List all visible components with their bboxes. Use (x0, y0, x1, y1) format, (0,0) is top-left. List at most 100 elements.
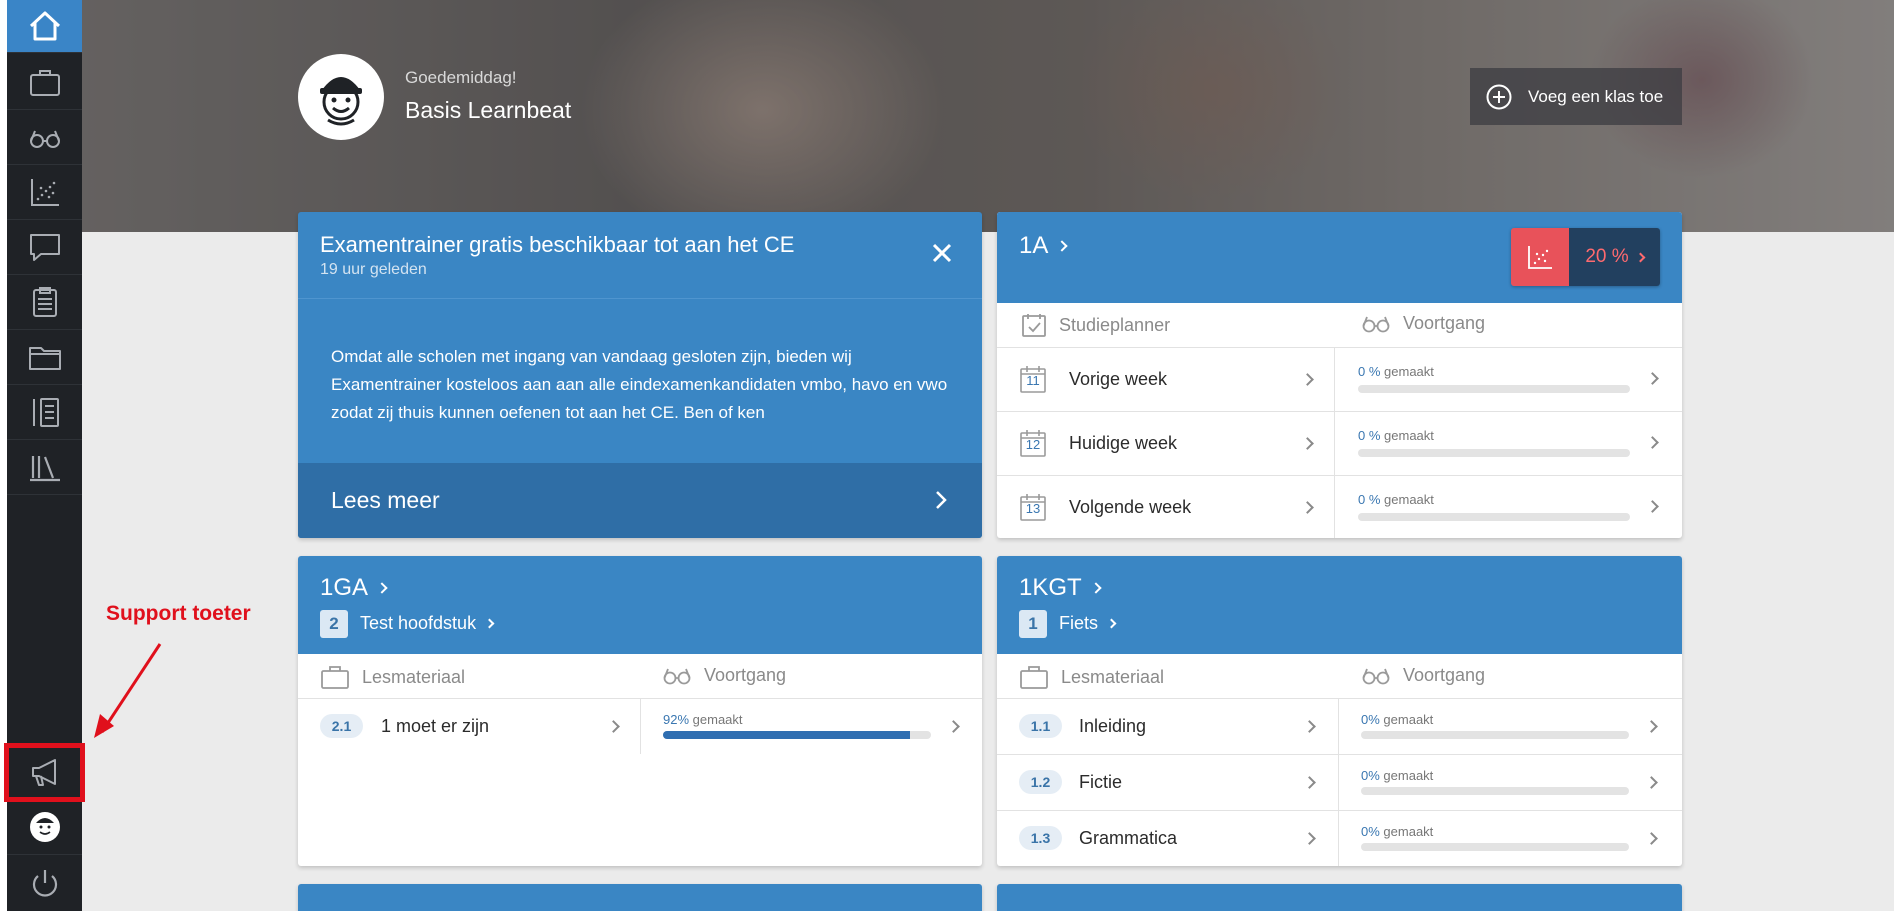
close-icon[interactable] (931, 242, 953, 264)
voortgang-header: Voortgang (662, 664, 786, 686)
class-card-partial-left[interactable] (298, 884, 982, 911)
lesson-label: Grammatica (1079, 828, 1178, 848)
calendar-icon: 12 (1019, 428, 1047, 458)
stats-button[interactable]: 20 % (1511, 228, 1660, 286)
sidebar-item-bibliotheek[interactable] (7, 440, 82, 495)
class-card-partial-right[interactable] (997, 884, 1682, 911)
chevron-right-icon (1301, 437, 1314, 450)
avatar-icon (29, 812, 60, 842)
sidebar-item-voortgang[interactable] (7, 110, 82, 165)
chapter-number: 2 (320, 610, 348, 638)
class-card-header: 1GA 2 Test hoofdstuk (298, 556, 982, 654)
chapter-link[interactable]: Test hoofdstuk (360, 613, 495, 634)
class-card-1a: 1A 20 % Studieplanner Voortgang 11 Vorig… (997, 212, 1682, 538)
home-icon (29, 11, 60, 41)
library-icon (29, 456, 60, 482)
news-title: Examentrainer gratis beschikbaar tot aan… (320, 232, 795, 257)
lesmateriaal-header: Lesmateriaal (320, 664, 465, 690)
progress-bar (1361, 843, 1629, 851)
class-title: 1A (1019, 232, 1049, 259)
chevron-right-icon (1646, 500, 1659, 513)
add-class-label: Voeg een klas toe (1528, 86, 1664, 106)
calendar-check-icon (1022, 314, 1046, 337)
avatar[interactable] (298, 54, 384, 140)
chevron-right-icon (607, 720, 620, 733)
progress-bar (663, 731, 931, 739)
lesson-label: Fictie (1079, 772, 1123, 792)
add-class-button[interactable]: Voeg een klas toe (1470, 68, 1682, 125)
lesson-code: 1.3 (1019, 826, 1062, 850)
support-toeter-annotation: Support toeter (106, 602, 251, 625)
clipboard-icon (32, 287, 57, 317)
chevron-right-icon (1301, 501, 1314, 514)
chevron-right-icon (1646, 372, 1659, 385)
chevron-right-icon (1303, 776, 1316, 789)
news-text: Omdat alle scholen met ingang van vandaa… (331, 347, 948, 422)
sidebar-item-lesmateriaal[interactable] (7, 55, 82, 110)
calendar-icon: 11 (1019, 364, 1047, 394)
class-title-link[interactable]: 1GA (320, 574, 388, 602)
chapter-title: Fiets (1059, 613, 1099, 633)
chevron-right-icon (1303, 832, 1316, 845)
calendar-icon: 13 (1019, 492, 1047, 522)
stat-value: 20 % (1585, 246, 1629, 267)
greeting: Goedemiddag! (405, 68, 517, 87)
lesson-label: Inleiding (1079, 716, 1147, 736)
notebook-icon (32, 398, 59, 427)
chevron-right-icon (376, 582, 388, 594)
sidebar-item-statistieken[interactable] (7, 165, 82, 220)
sidebar-item-methodes[interactable] (7, 385, 82, 440)
briefcase-icon (321, 666, 349, 689)
sidebar-item-profile[interactable] (7, 800, 82, 855)
chapter-title: Test hoofdstuk (360, 613, 477, 633)
glasses-icon (1362, 668, 1390, 685)
chevron-right-icon (1635, 252, 1646, 262)
studieplanner-header: Studieplanner (1021, 312, 1170, 338)
lesson-label: 1 moet er zijn (381, 716, 490, 736)
chevron-right-icon (484, 618, 495, 629)
class-card-1kgt: 1KGT 1 Fiets Lesmateriaal Voortgang 1.1 … (997, 556, 1682, 866)
chevron-right-icon (1056, 240, 1069, 252)
voortgang-header: Voortgang (1361, 312, 1485, 334)
progress-bar (1361, 787, 1629, 795)
power-icon (32, 869, 57, 897)
user-name: Basis Learnbeat (405, 97, 572, 123)
class-title: 1GA (320, 574, 369, 601)
class-title-link[interactable]: 1A (1019, 232, 1069, 260)
news-time: 19 uur geleden (320, 261, 427, 278)
glasses-icon (1362, 316, 1390, 333)
read-more-button[interactable]: Lees meer (298, 463, 982, 538)
lesmateriaal-header: Lesmateriaal (1019, 664, 1164, 690)
chapter-link[interactable]: Fiets (1059, 613, 1117, 634)
chapter-number: 1 (1019, 610, 1047, 638)
plus-circle-icon (1486, 84, 1512, 109)
week-label: Vorige week (1069, 369, 1168, 389)
class-card-1ga: 1GA 2 Test hoofdstuk Lesmateriaal Voortg… (298, 556, 982, 866)
chevron-right-icon (1303, 720, 1316, 733)
lesson-code: 1.1 (1019, 714, 1062, 738)
sidebar-item-bestanden[interactable] (7, 330, 82, 385)
sidebar-item-home[interactable] (7, 0, 82, 53)
chevron-right-icon (1106, 618, 1117, 629)
scatter-chart-icon (1528, 246, 1552, 269)
progress-bar (1361, 731, 1629, 739)
annotation-arrow (94, 643, 162, 738)
glasses-icon (663, 668, 691, 685)
progress-bar (1358, 513, 1630, 521)
class-title-link[interactable]: 1KGT (1019, 574, 1102, 602)
progress-bar (1358, 385, 1630, 393)
sidebar-item-logout[interactable] (7, 856, 82, 911)
chevron-right-icon (1646, 436, 1659, 449)
support-highlight-box (4, 743, 85, 802)
class-title: 1KGT (1019, 574, 1082, 601)
sidebar-item-berichten[interactable] (7, 220, 82, 275)
news-body: Omdat alle scholen met ingang van vandaa… (298, 298, 982, 463)
lesson-code: 2.1 (320, 714, 363, 738)
folder-icon (28, 347, 61, 370)
voortgang-header: Voortgang (1361, 664, 1485, 686)
avatar-icon (320, 77, 362, 126)
briefcase-icon (1020, 666, 1048, 689)
sidebar-item-toetsen[interactable] (7, 275, 82, 330)
lesson-code: 1.2 (1019, 770, 1062, 794)
read-more-label: Lees meer (331, 487, 440, 513)
